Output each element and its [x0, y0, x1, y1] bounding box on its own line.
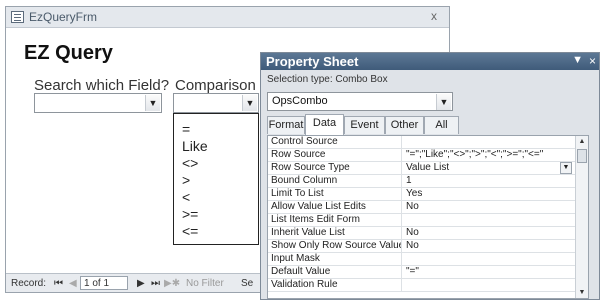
form-title: EzQueryFrm — [29, 10, 98, 24]
property-row-inherit-value-list[interactable]: Inherit Value List No — [268, 227, 588, 240]
last-record-icon[interactable]: ⏭ — [151, 278, 160, 289]
chevron-down-icon[interactable]: ▼ — [436, 94, 451, 110]
property-name: Limit To List — [268, 188, 402, 201]
property-name: Default Value — [268, 266, 402, 279]
dropdown-option-equals[interactable]: = — [182, 121, 258, 138]
dropdown-option-not-equal[interactable]: <> — [182, 155, 258, 172]
property-value[interactable]: Value List — [403, 162, 575, 175]
property-grid: Control Source Row Source "=";"Like";"<>… — [267, 135, 589, 299]
first-record-icon[interactable]: ⏮ — [54, 278, 63, 289]
property-row-row-source[interactable]: Row Source "=";"Like";"<>";">";"<";">=";… — [268, 149, 588, 162]
search-box-stub[interactable]: Se — [241, 278, 253, 289]
search-field-combo[interactable]: ▼ — [34, 93, 162, 113]
property-name: Bound Column — [268, 175, 402, 188]
property-value[interactable]: No — [403, 201, 575, 214]
property-name: Row Source — [268, 149, 402, 162]
tab-event[interactable]: Event — [344, 116, 385, 134]
property-name: List Items Edit Form — [268, 214, 402, 227]
tab-data[interactable]: Data — [305, 114, 344, 135]
property-sheet-title: Property Sheet — [266, 54, 359, 69]
chevron-down-icon[interactable]: ▼ — [242, 95, 257, 111]
property-row-validation-rule[interactable]: Validation Rule — [268, 279, 588, 292]
form-heading: EZ Query — [24, 42, 113, 64]
property-row-default-value[interactable]: Default Value "=" — [268, 266, 588, 279]
new-record-icon[interactable]: ▶✱ — [164, 278, 180, 289]
property-grid-scrollbar[interactable]: ▲ ▼ — [575, 136, 588, 298]
scroll-down-icon[interactable]: ▼ — [576, 287, 588, 298]
property-row-show-only-row-source-values[interactable]: Show Only Row Source Values No — [268, 240, 588, 253]
property-sheet-header: Property Sheet ▼ × — [261, 53, 599, 70]
property-value[interactable]: "=";"Like";"<>";">";"<";">=";"<=" — [403, 149, 575, 162]
property-name: Show Only Row Source Values — [268, 240, 402, 253]
object-selector-combo[interactable]: OpsCombo ▼ — [267, 92, 453, 111]
property-name: Row Source Type — [268, 162, 402, 175]
form-titlebar: EzQueryFrm x — [6, 7, 449, 28]
property-value[interactable]: No — [403, 240, 575, 253]
record-position-field[interactable]: 1 of 1 — [80, 276, 128, 290]
property-value[interactable] — [403, 136, 575, 149]
property-name: Inherit Value List — [268, 227, 402, 240]
form-icon — [11, 11, 24, 23]
comparison-dropdown-list: = Like <> > < >= <= — [173, 113, 259, 245]
property-value[interactable]: 1 — [403, 175, 575, 188]
next-record-icon[interactable]: ▶ — [137, 278, 145, 289]
dropdown-option-like[interactable]: Like — [182, 138, 258, 155]
tab-format[interactable]: Format — [267, 116, 305, 134]
property-value[interactable] — [403, 279, 575, 292]
property-name: Control Source — [268, 136, 402, 149]
property-row-list-items-edit-form[interactable]: List Items Edit Form — [268, 214, 588, 227]
search-field-label: Search which Field? — [34, 77, 170, 94]
property-row-limit-to-list[interactable]: Limit To List Yes — [268, 188, 588, 201]
dropdown-option-less[interactable]: < — [182, 189, 258, 206]
property-value[interactable]: "=" — [403, 266, 575, 279]
dropdown-option-greater[interactable]: > — [182, 172, 258, 189]
chevron-down-icon[interactable]: ▼ — [145, 95, 160, 111]
previous-record-icon[interactable]: ◀ — [69, 278, 77, 289]
chevron-down-icon[interactable]: ▼ — [560, 162, 572, 174]
property-row-row-source-type[interactable]: Row Source Type Value List ▼ — [268, 162, 588, 175]
close-icon[interactable]: × — [589, 54, 596, 68]
property-name: Input Mask — [268, 253, 402, 266]
scrollbar-thumb[interactable] — [577, 149, 587, 163]
property-value[interactable]: No — [403, 227, 575, 240]
pane-menu-icon[interactable]: ▼ — [572, 54, 583, 66]
property-row-control-source[interactable]: Control Source — [268, 136, 588, 149]
property-name: Validation Rule — [268, 279, 402, 292]
no-filter-button[interactable]: No Filter — [186, 278, 224, 289]
dropdown-option-greater-equal[interactable]: >= — [182, 206, 258, 223]
property-value[interactable]: Yes — [403, 188, 575, 201]
property-sheet-pane: Property Sheet ▼ × Selection type: Combo… — [260, 52, 600, 300]
tab-other[interactable]: Other — [385, 116, 424, 134]
property-row-input-mask[interactable]: Input Mask — [268, 253, 588, 266]
dropdown-option-less-equal[interactable]: <= — [182, 223, 258, 240]
tab-all[interactable]: All — [424, 116, 459, 134]
property-name: Allow Value List Edits — [268, 201, 402, 214]
form-close-button[interactable]: x — [431, 9, 437, 23]
object-selector-value: OpsCombo — [272, 95, 328, 107]
comparison-combo[interactable]: ▼ — [173, 93, 259, 113]
comparison-label: Comparison — [175, 77, 256, 94]
scroll-up-icon[interactable]: ▲ — [576, 136, 588, 147]
selection-type-label: Selection type: Combo Box — [267, 74, 388, 85]
property-value[interactable] — [403, 214, 575, 227]
record-label: Record: — [11, 278, 47, 289]
property-row-bound-column[interactable]: Bound Column 1 — [268, 175, 588, 188]
property-row-allow-value-list-edits[interactable]: Allow Value List Edits No — [268, 201, 588, 214]
property-value[interactable] — [403, 253, 575, 266]
